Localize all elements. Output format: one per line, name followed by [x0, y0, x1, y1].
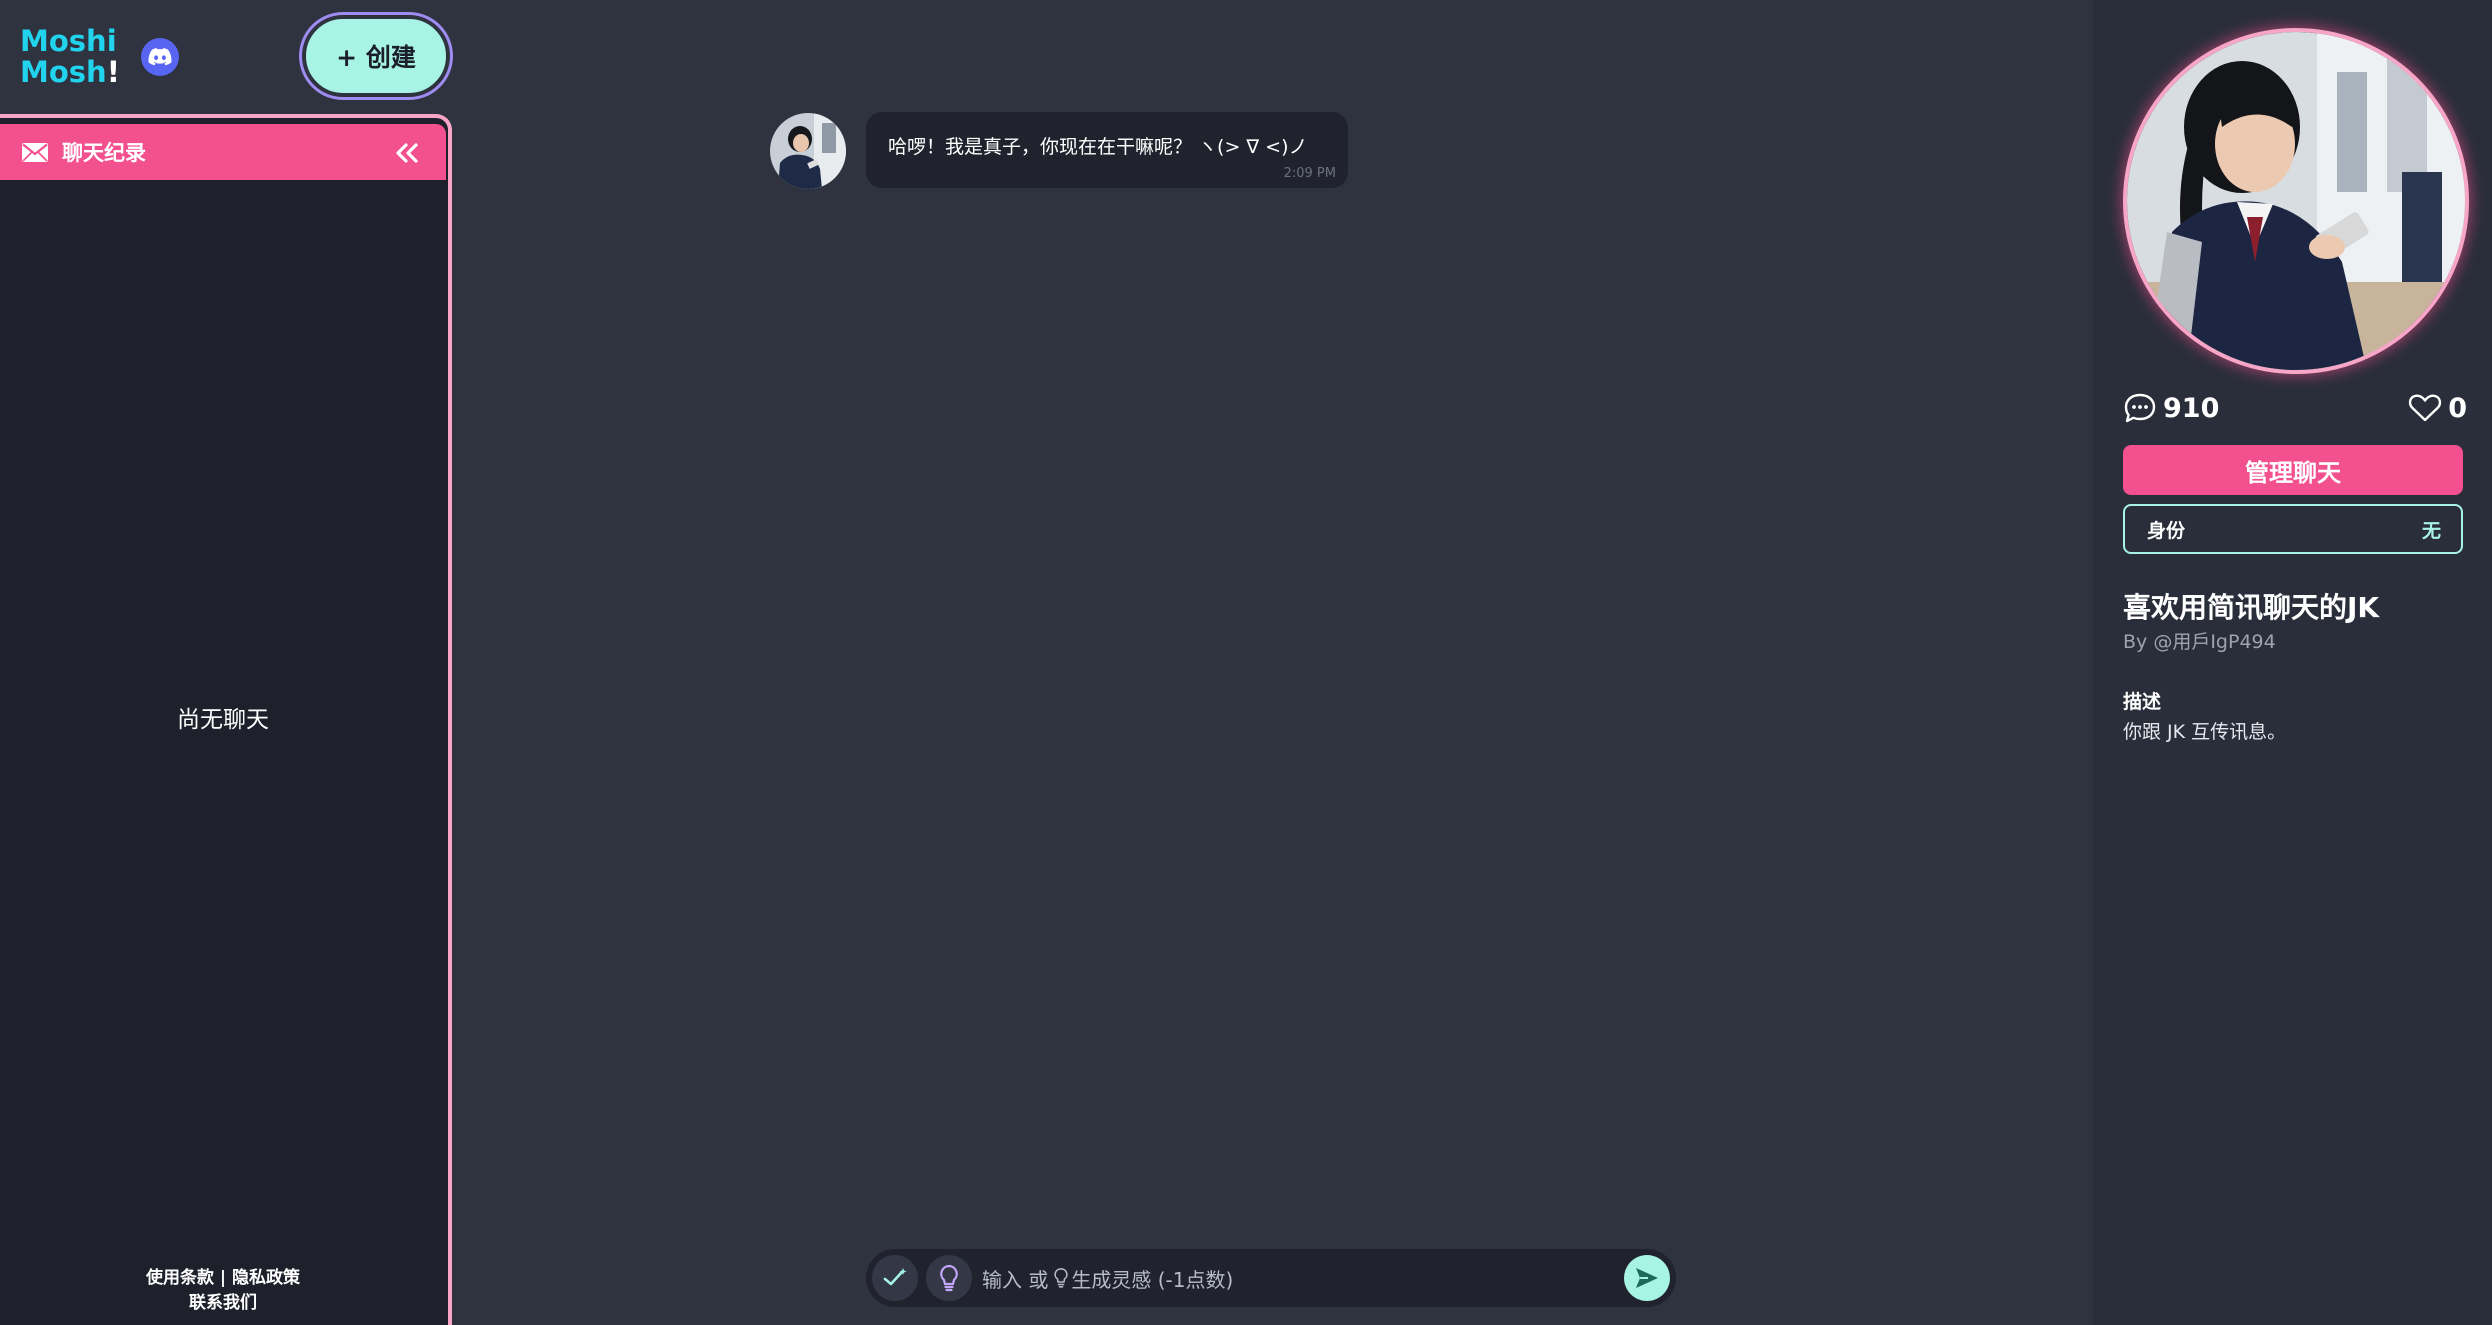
manage-chat-button[interactable]: 管理聊天: [2123, 445, 2463, 495]
description-text: 你跟 JK 互传讯息。: [2123, 721, 2287, 743]
placeholder-suffix: 生成灵感 (-1点数): [1071, 1267, 1234, 1292]
chat-history-sidebar: 聊天纪录 尚无聊天 使用条款 | 隐私政策 联系我们: [0, 114, 452, 1325]
character-portrait: [2123, 28, 2469, 374]
placeholder-lightbulb-icon: [1054, 1268, 1069, 1288]
identity-value: 无: [2421, 519, 2441, 542]
like-count: 0: [2448, 392, 2467, 424]
like-count-stat[interactable]: 0: [2408, 388, 2467, 428]
brand-line-1: Moshi: [20, 24, 117, 58]
message-input-bar: 输入 或 生成灵感 (-1点数): [866, 1249, 1676, 1307]
comment-icon: [2123, 392, 2157, 424]
chat-history-title: 聊天纪录: [62, 141, 146, 165]
character-name: 喜欢用简讯聊天的JK: [2123, 591, 2380, 624]
lightbulb-icon[interactable]: [926, 1255, 972, 1301]
empty-chat-message: 尚无聊天: [177, 707, 269, 733]
message-input[interactable]: 输入 或 生成灵感 (-1点数): [982, 1262, 1582, 1294]
chat-history-header: 聊天纪录: [0, 124, 446, 180]
mail-icon: [22, 143, 48, 166]
footer-separator: |: [213, 1268, 233, 1288]
magic-check-icon[interactable]: [872, 1255, 918, 1301]
identity-selector[interactable]: 身份 无: [2123, 504, 2463, 554]
collapse-chevrons-icon[interactable]: [392, 138, 422, 168]
heart-icon[interactable]: [2408, 393, 2442, 423]
create-button[interactable]: + 创建: [302, 15, 450, 97]
character-avatar[interactable]: [770, 113, 846, 189]
discord-icon[interactable]: [141, 38, 179, 76]
message-bubble: 哈啰！我是真子，你现在在干嘛呢？ ヽ(> ∇ <)ノ 2:09 PM: [866, 112, 1348, 188]
message-time: 2:09 PM: [1283, 166, 1336, 181]
send-icon[interactable]: [1624, 1255, 1670, 1301]
footer-links: 使用条款 | 隐私政策 联系我们: [0, 1266, 446, 1316]
privacy-link[interactable]: 隐私政策: [232, 1268, 300, 1288]
brand-line-2: Mosh!: [20, 55, 120, 89]
message-text: 哈啰！我是真子，你现在在干嘛呢？ ヽ(> ∇ <)ノ: [888, 136, 1308, 158]
contact-link[interactable]: 联系我们: [189, 1293, 257, 1313]
placeholder-prefix: 输入 或: [982, 1267, 1049, 1292]
character-profile-panel: 910 0 管理聊天 身份 无 喜欢用简讯聊天的JK By @用戶IgP494 …: [2093, 0, 2492, 1325]
character-author[interactable]: By @用戶IgP494: [2123, 627, 2276, 654]
character-stats: 910 0: [2123, 388, 2467, 428]
terms-link[interactable]: 使用条款: [146, 1268, 214, 1288]
comment-count-stat: 910: [2123, 388, 2219, 428]
identity-label: 身份: [2147, 519, 2186, 542]
comment-count: 910: [2163, 392, 2220, 424]
brand-logo[interactable]: Moshi Mosh!: [20, 24, 120, 89]
description-label: 描述: [2123, 691, 2162, 713]
